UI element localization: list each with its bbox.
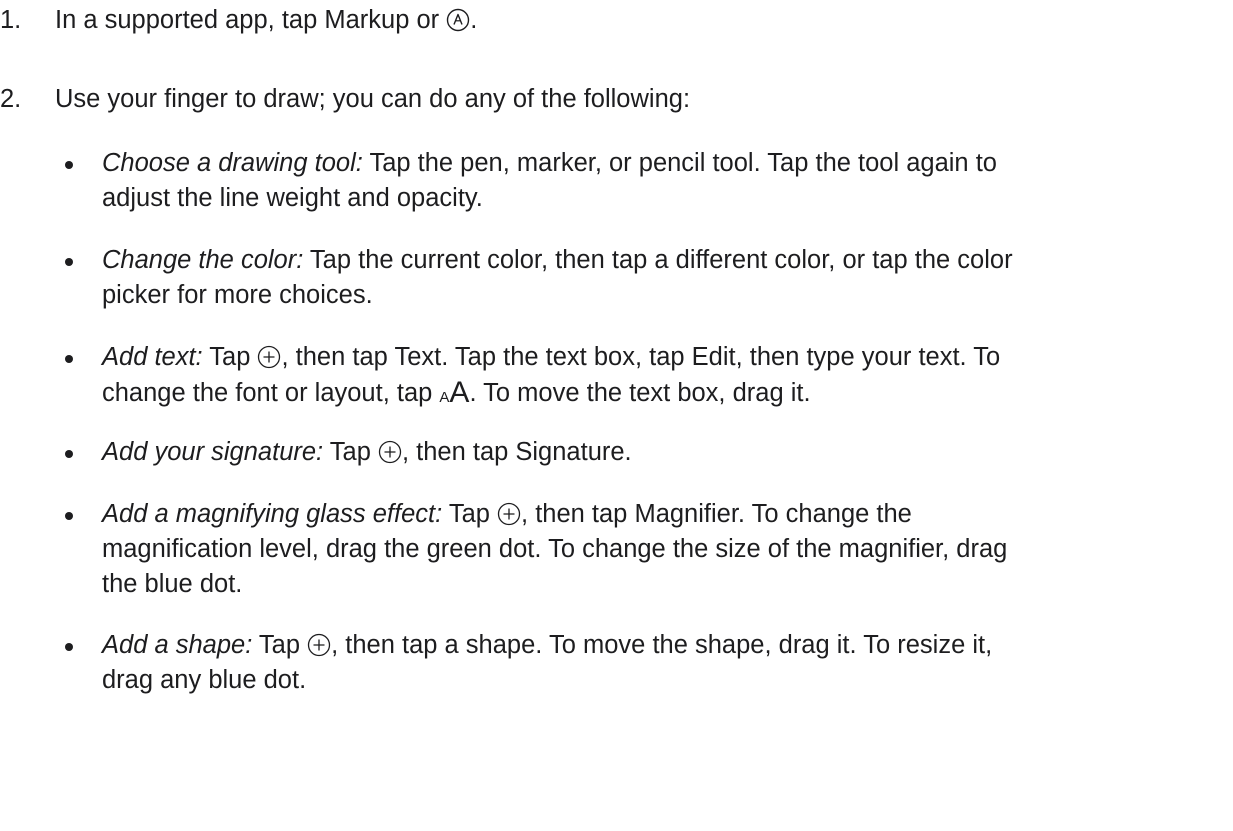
bullet-shape: Add a shape: Tap , then tap a shape. To … xyxy=(65,628,1202,698)
bullet-term: Add text: xyxy=(102,343,203,371)
plus-circle-icon xyxy=(307,633,331,657)
bullet-text: , then tap a shape. To move the shape, d… xyxy=(331,631,993,659)
bullet-text: Tap xyxy=(442,500,498,528)
font-icon-small-a: A xyxy=(439,389,450,406)
step-number: 1. xyxy=(0,6,22,34)
bullet-text: , then tap Signature. xyxy=(401,438,632,466)
bullet-line: drag any blue dot. xyxy=(102,666,307,694)
bullet-line: adjust the line weight and opacity. xyxy=(102,184,483,212)
bullet-term: Add your signature: xyxy=(102,438,324,466)
bullet-drawing-tool: Choose a drawing tool: Tap the pen, mark… xyxy=(65,146,1202,216)
font-size-icon: AA xyxy=(439,375,469,415)
step-text-part: . xyxy=(470,6,478,34)
bullet-line: Add a shape: Tap , then tap a shape. To … xyxy=(102,628,1202,663)
bullet-magnifier: Add a magnifying glass effect: Tap , the… xyxy=(65,497,1202,602)
bullet-dot xyxy=(65,512,73,520)
step-number: 2. xyxy=(0,85,22,113)
bullet-text: Tap xyxy=(202,343,258,371)
plus-circle-icon xyxy=(378,440,402,464)
bullet-line: picker for more choices. xyxy=(102,281,373,309)
bullet-term: Change the color: xyxy=(102,246,304,274)
bullet-line: Change the color: Tap the current color,… xyxy=(102,243,1202,278)
plus-circle-icon xyxy=(257,345,281,369)
step-text-part: In a supported app, tap Markup or xyxy=(55,6,447,34)
bullet-term: Add a shape: xyxy=(102,631,253,659)
bullet-line: Add your signature: Tap , then tap Signa… xyxy=(102,435,1202,470)
step-text: In a supported app, tap Markup or . xyxy=(55,3,477,38)
bullet-text: Tap the pen, marker, or pencil tool. Tap… xyxy=(362,149,997,177)
bullet-term: Add a magnifying glass effect: xyxy=(102,500,443,528)
bullet-text: Tap xyxy=(252,631,308,659)
markup-instructions: 1. In a supported app, tap Markup or . 2… xyxy=(0,0,1233,831)
bullet-signature: Add your signature: Tap , then tap Signa… xyxy=(65,435,1202,470)
bullet-text: change the font or layout, tap xyxy=(102,379,440,407)
bullet-dot xyxy=(65,258,73,266)
bullet-text: Tap the current color, then tap a differ… xyxy=(303,246,1013,274)
markup-pen-icon xyxy=(446,8,470,32)
bullet-line: change the font or layout, tap AA. To mo… xyxy=(102,375,1202,415)
bullet-line: Add a magnifying glass effect: Tap , the… xyxy=(102,497,1202,532)
bullet-line: Choose a drawing tool: Tap the pen, mark… xyxy=(102,146,1202,181)
font-icon-big-a: A xyxy=(449,376,470,409)
bullet-line: Add text: Tap , then tap Text. Tap the t… xyxy=(102,340,1202,375)
bullet-dot xyxy=(65,643,73,651)
bullet-color: Change the color: Tap the current color,… xyxy=(65,243,1202,313)
bullet-line: the blue dot. xyxy=(102,570,243,598)
bullet-text: , then tap Text. Tap the text box, tap E… xyxy=(281,343,1001,371)
step-text: Use your finger to draw; you can do any … xyxy=(55,85,691,113)
bullet-text: , then tap Magnifier. To change the xyxy=(521,500,912,528)
bullet-text: Tap xyxy=(323,438,378,466)
bullet-add-text: Add text: Tap , then tap Text. Tap the t… xyxy=(65,340,1202,415)
bullet-dot xyxy=(65,161,73,169)
bullet-text: . To move the text box, drag it. xyxy=(469,379,811,407)
bullet-dot xyxy=(65,450,73,458)
bullet-line: magnification level, drag the green dot.… xyxy=(102,535,1008,563)
bullet-term: Choose a drawing tool: xyxy=(102,149,363,177)
bullet-dot xyxy=(65,355,73,363)
plus-circle-icon xyxy=(497,502,521,526)
